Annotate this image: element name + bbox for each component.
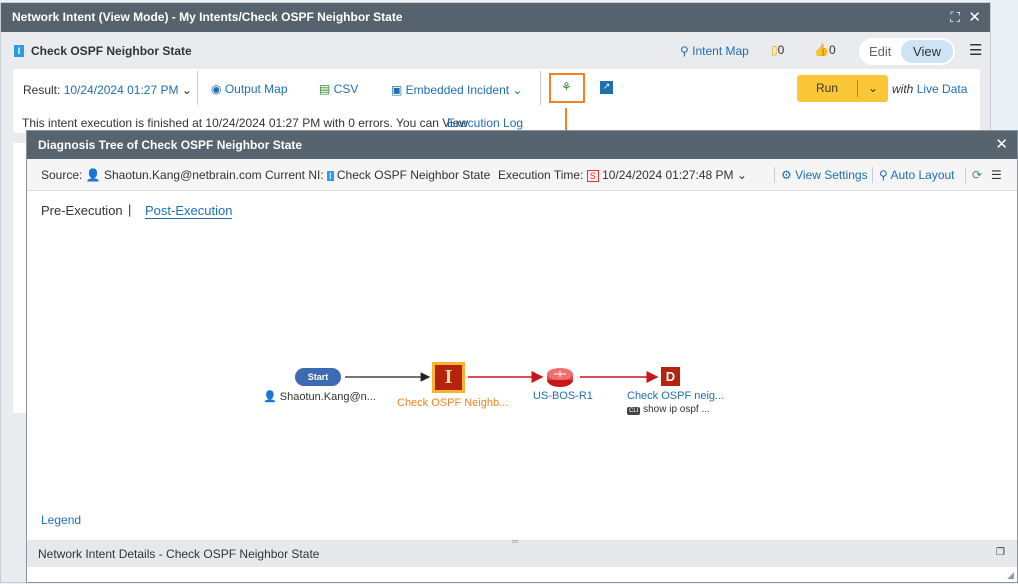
execution-log-link[interactable]: Execution Log [447,116,523,130]
intent-node[interactable]: I [432,362,465,393]
window-title: Network Intent (View Mode) - My Intents/… [12,10,403,24]
intent-node-label: Check OSPF Neighb... [397,397,509,409]
csv-icon: ▤ [319,82,334,96]
output-map-label: Output Map [224,82,288,96]
start-user: 👤 Shaotun.Kang@n... [263,390,376,403]
run-button[interactable]: Run [797,75,857,102]
menu-icon[interactable]: ☰ [969,41,982,59]
with-label: with [892,82,914,96]
divider [197,71,198,105]
start-user-label: Shaotun.Kang@n... [279,391,376,403]
result-label: Result: [23,83,61,97]
tree-icon: ⚘ [561,80,572,94]
result-value: 10/24/2024 01:27 PM [63,83,179,97]
notes-button[interactable]: ▯0 [771,43,784,57]
resize-grip-icon[interactable]: ◢ [1007,570,1014,581]
cli-command: CLI show ip ospf ... [627,404,710,415]
embedded-incident-label: Embedded Incident [405,83,510,97]
divider [540,71,541,105]
intent-map-button[interactable]: ⚲ Intent Map [680,44,749,58]
diagnosis-node-label[interactable]: Check OSPF neig... [627,390,724,402]
run-button-group: Run ⌄ [797,75,888,102]
embedded-incident-button[interactable]: ▣ Embedded Incident ⌄ [391,83,522,97]
edit-mode-button[interactable]: Edit [869,44,891,59]
result-toolbar: Result: 10/24/2024 01:27 PM ⌄ ◉ Output M… [13,69,980,133]
thumbs-up-icon: 👍 [814,43,829,57]
view-mode-button[interactable]: View [901,40,953,63]
tree-edges [345,371,659,383]
eye-icon: ◉ [211,82,225,96]
result-selector[interactable]: Result: 10/24/2024 01:27 PM ⌄ [23,83,192,97]
incident-icon: ▣ [391,83,406,97]
details-title: Network Intent Details - Check OSPF Neig… [38,547,320,561]
csv-button[interactable]: ▤ CSV [319,82,358,96]
note-icon: ▯ [771,43,778,57]
intent-map-label: Intent Map [692,44,749,58]
diagnosis-tree-button[interactable]: ⚘ [549,73,585,103]
output-map-button[interactable]: ◉ Output Map [211,82,288,96]
notes-count: 0 [777,43,785,57]
cli-icon: CLI [627,407,641,415]
live-data-option[interactable]: with Live Data [892,82,967,96]
diagnosis-tree-dialog: Diagnosis Tree of Check OSPF Neighbor St… [26,130,1018,583]
diagnosis-node[interactable]: D [661,367,680,386]
intent-map-icon: ⚲ [680,44,693,58]
window-titlebar: Network Intent (View Mode) - My Intents/… [1,3,990,32]
restore-icon[interactable]: ❐ [996,547,1005,558]
live-data-label: Live Data [916,82,968,96]
intent-header: I Check OSPF Neighbor State ⚲ Intent Map… [1,32,990,70]
resize-handle-icon[interactable]: ═ [512,536,518,546]
chevron-down-icon: ⌄ [181,83,192,97]
start-node[interactable]: Start [295,368,341,386]
intent-icon: I [14,45,24,57]
csv-label: CSV [333,82,359,96]
status-message: This intent execution is finished at 10/… [22,116,469,130]
user-icon: 👤 [263,391,277,403]
like-button[interactable]: 👍0 [814,43,836,57]
details-panel-header[interactable]: Network Intent Details - Check OSPF Neig… [27,536,1017,567]
close-icon[interactable]: ✕ [968,3,981,32]
intent-name: Check OSPF Neighbor State [31,44,192,58]
likes-count: 0 [828,43,836,57]
run-options-chevron-icon[interactable]: ⌄ [858,75,888,102]
device-node-label[interactable]: US-BOS-R1 [533,390,593,402]
maximize-icon[interactable]: ⛶ [950,3,960,32]
router-icon[interactable] [545,366,575,388]
legend-link[interactable]: Legend [41,513,81,527]
chart-icon[interactable]: ↗ [600,81,613,94]
mode-toggle[interactable]: Edit View [859,38,955,65]
cli-command-text: show ip ospf ... [643,404,710,415]
